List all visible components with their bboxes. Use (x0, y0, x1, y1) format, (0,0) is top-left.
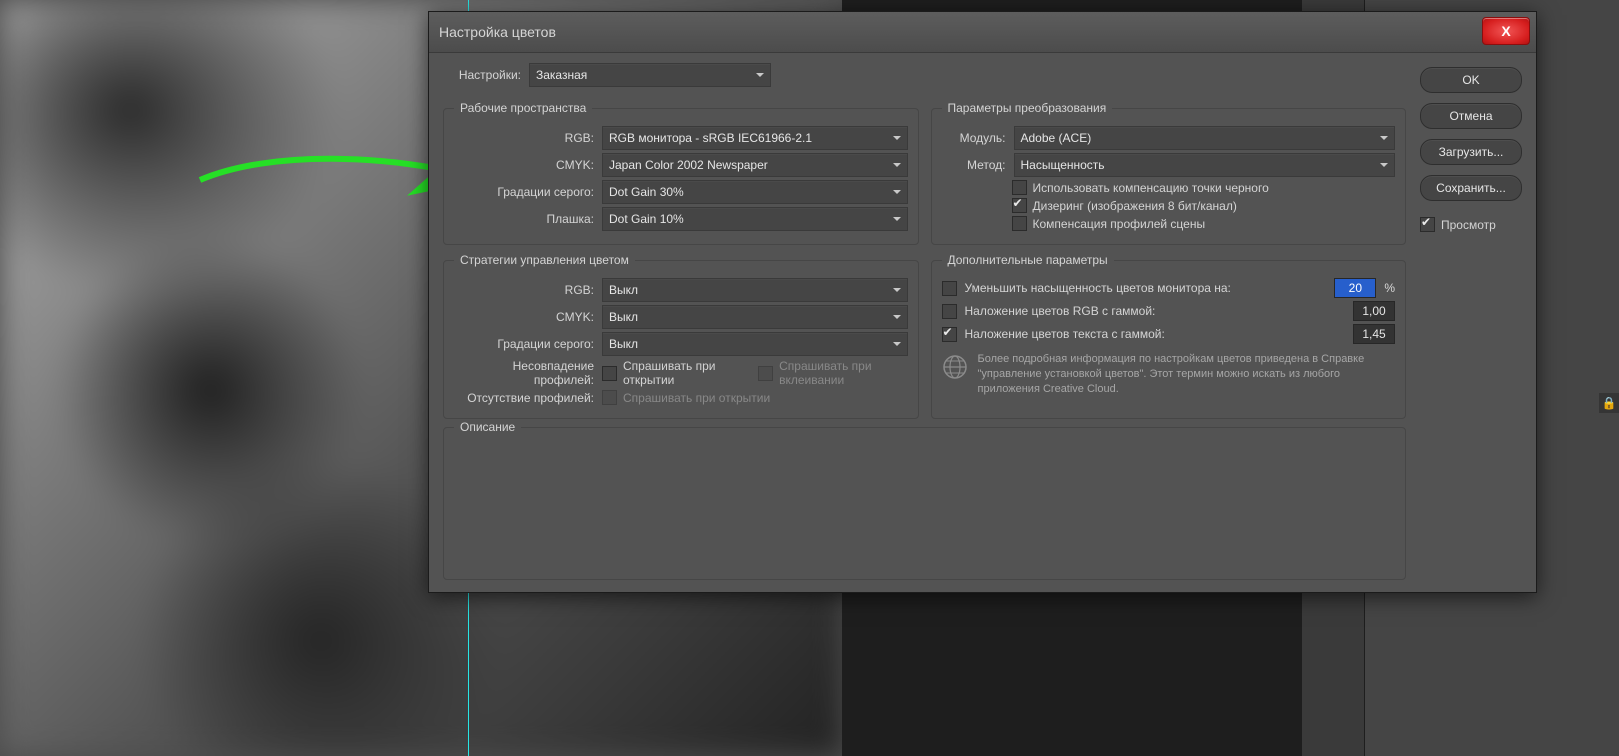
lock-icon[interactable]: 🔒 (1599, 393, 1619, 413)
conv-intent-select[interactable]: Насыщенность (1014, 153, 1396, 177)
workspaces-panel: Рабочие пространства RGB: RGB монитора -… (443, 101, 919, 245)
close-button[interactable]: X (1482, 17, 1530, 45)
pol-missing-label: Отсутствие профилей: (454, 391, 594, 405)
preview-label: Просмотр (1441, 218, 1496, 232)
pol-rgb-label: RGB: (454, 283, 594, 297)
conv-intent-label: Метод: (942, 158, 1006, 172)
load-button[interactable]: Загрузить... (1420, 139, 1522, 165)
conversion-legend: Параметры преобразования (942, 101, 1113, 115)
blackpoint-label: Использовать компенсацию точки черного (1033, 181, 1269, 195)
text-gamma-checkbox[interactable] (942, 327, 957, 342)
policies-legend: Стратегии управления цветом (454, 253, 635, 267)
conv-engine-label: Модуль: (942, 131, 1006, 145)
mismatch-paste-checkbox (758, 366, 773, 381)
description-legend: Описание (454, 420, 521, 434)
ws-gray-select[interactable]: Dot Gain 30% (602, 180, 908, 204)
ws-rgb-label: RGB: (454, 131, 594, 145)
blackpoint-checkbox[interactable] (1012, 180, 1027, 195)
dialog-titlebar[interactable]: Настройка цветов X (429, 12, 1536, 53)
workspaces-legend: Рабочие пространства (454, 101, 592, 115)
desat-checkbox[interactable] (942, 281, 957, 296)
mismatch-open-label: Спрашивать при открытии (623, 359, 740, 387)
conv-engine-select[interactable]: Adobe (ACE) (1014, 126, 1396, 150)
ok-button[interactable]: OK (1420, 67, 1522, 93)
missing-open-checkbox (602, 390, 617, 405)
close-icon: X (1501, 23, 1510, 39)
pol-gray-select[interactable]: Выкл (602, 332, 908, 356)
rgb-gamma-label: Наложение цветов RGB с гаммой: (965, 304, 1346, 318)
pol-cmyk-label: CMYK: (454, 310, 594, 324)
advanced-panel: Дополнительные параметры Уменьшить насыщ… (931, 253, 1407, 419)
text-gamma-label: Наложение цветов текста с гаммой: (965, 327, 1346, 341)
cancel-button[interactable]: Отмена (1420, 103, 1522, 129)
ws-rgb-select[interactable]: RGB монитора - sRGB IEC61966-2.1 (602, 126, 908, 150)
globe-icon (942, 354, 968, 380)
settings-select[interactable]: Заказная (529, 63, 771, 87)
policies-panel: Стратегии управления цветом RGB: Выкл CM… (443, 253, 919, 419)
pol-cmyk-select[interactable]: Выкл (602, 305, 908, 329)
color-settings-dialog: Настройка цветов X Настройки: Заказная Р… (428, 11, 1537, 593)
pol-rgb-select[interactable]: Выкл (602, 278, 908, 302)
mismatch-open-checkbox[interactable] (602, 366, 617, 381)
ws-cmyk-label: CMYK: (454, 158, 594, 172)
rgb-gamma-checkbox[interactable] (942, 304, 957, 319)
advanced-help-text: Более подробная информация по настройкам… (978, 352, 1396, 397)
ws-gray-label: Градации серого: (454, 185, 594, 199)
ws-spot-label: Плашка: (454, 212, 594, 226)
rgb-gamma-input[interactable]: 1,00 (1353, 301, 1395, 321)
advanced-legend: Дополнительные параметры (942, 253, 1114, 267)
ws-spot-select[interactable]: Dot Gain 10% (602, 207, 908, 231)
desat-value-input[interactable]: 20 (1334, 278, 1376, 298)
settings-select-value: Заказная (536, 68, 587, 82)
scene-comp-checkbox[interactable] (1012, 216, 1027, 231)
ws-cmyk-select[interactable]: Japan Color 2002 Newspaper (602, 153, 908, 177)
dither-checkbox[interactable] (1012, 198, 1027, 213)
pol-mismatch-label: Несовпадение профилей: (454, 359, 594, 387)
desat-unit: % (1384, 281, 1395, 295)
save-button[interactable]: Сохранить... (1420, 175, 1522, 201)
missing-open-label: Спрашивать при открытии (623, 391, 770, 405)
pol-gray-label: Градации серого: (454, 337, 594, 351)
dialog-title: Настройка цветов (439, 24, 556, 40)
conversion-panel: Параметры преобразования Модуль: Adobe (… (931, 101, 1407, 245)
text-gamma-input[interactable]: 1,45 (1353, 324, 1395, 344)
desat-label: Уменьшить насыщенность цветов монитора н… (965, 281, 1327, 295)
settings-label: Настройки: (449, 68, 521, 82)
scene-comp-label: Компенсация профилей сцены (1033, 217, 1206, 231)
mismatch-paste-label: Спрашивать при вклеивании (779, 359, 907, 387)
preview-checkbox[interactable] (1420, 217, 1435, 232)
dither-label: Дизеринг (изображения 8 бит/канал) (1033, 199, 1237, 213)
description-panel: Описание (443, 427, 1406, 580)
